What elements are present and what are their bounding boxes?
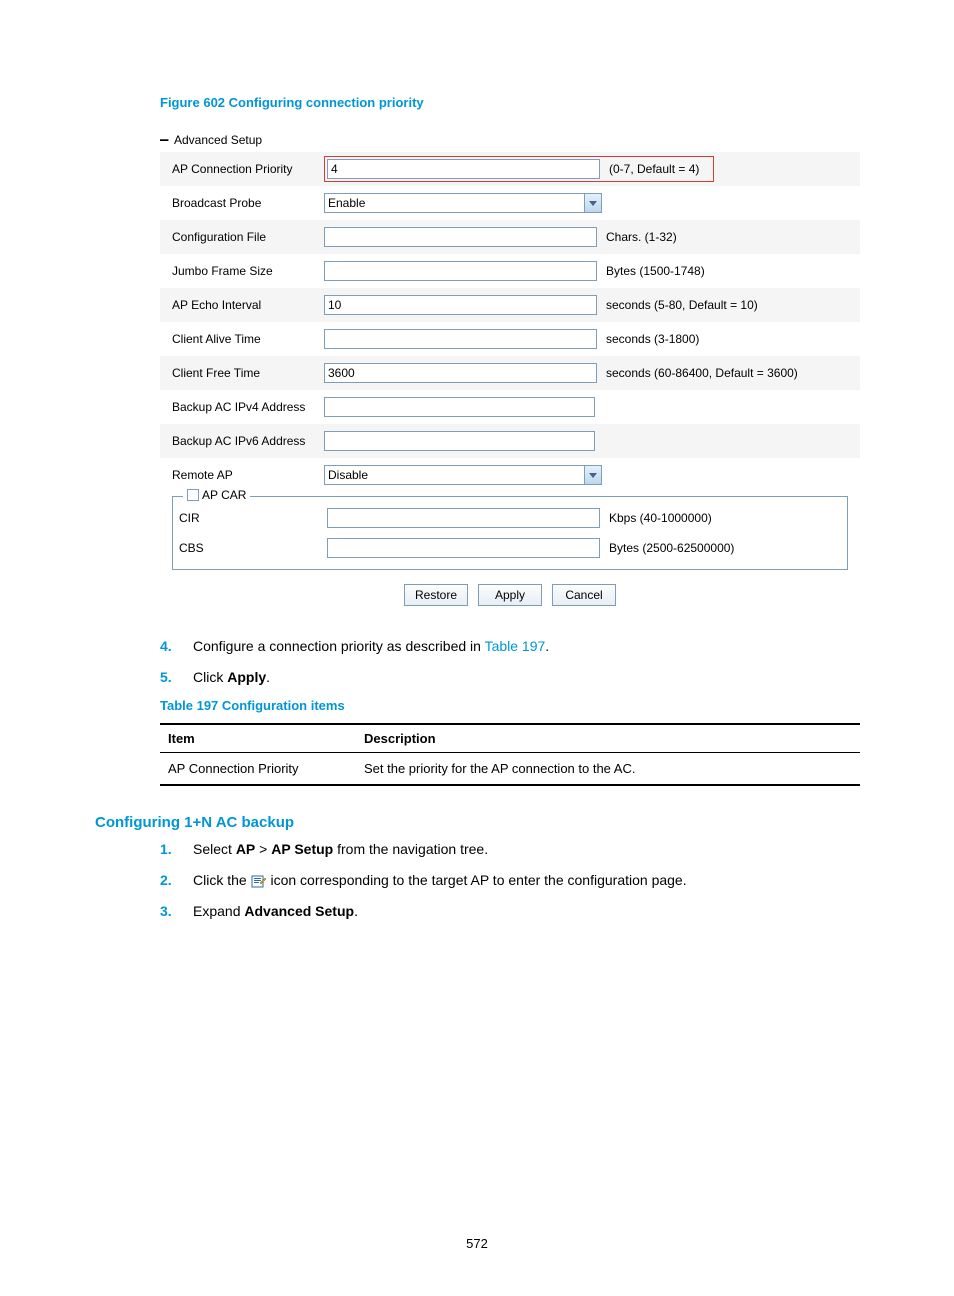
- bs1-mid: >: [255, 841, 271, 857]
- label-cbs: CBS: [173, 541, 327, 555]
- bs3-bold: Advanced Setup: [244, 903, 354, 919]
- row-broadcast-probe: Broadcast Probe Enable: [160, 186, 860, 220]
- row-cbs: CBS Bytes (2500-62500000): [173, 533, 847, 563]
- checkbox-ap-car[interactable]: [187, 489, 199, 501]
- legend-ap-car: AP CAR: [183, 488, 250, 502]
- edit-icon: [251, 874, 267, 888]
- hint-ap-connection-priority: (0-7, Default = 4): [605, 162, 699, 176]
- step-5-post: .: [266, 669, 270, 685]
- row-jumbo-frame: Jumbo Frame Size Bytes (1500-1748): [160, 254, 860, 288]
- label-broadcast-probe: Broadcast Probe: [160, 196, 324, 210]
- label-ap-connection-priority: AP Connection Priority: [160, 162, 324, 176]
- input-configuration-file[interactable]: [324, 227, 597, 247]
- input-backup-ipv4[interactable]: [324, 397, 595, 417]
- select-broadcast-probe-value: Enable: [324, 193, 584, 213]
- row-remote-ap: Remote AP Disable: [160, 458, 860, 492]
- label-client-alive: Client Alive Time: [160, 332, 324, 346]
- bs1-post: from the navigation tree.: [333, 841, 488, 857]
- input-ap-echo[interactable]: [324, 295, 597, 315]
- bs3-post: .: [354, 903, 358, 919]
- button-row: Restore Apply Cancel: [160, 578, 860, 614]
- row-client-free: Client Free Time seconds (60-86400, Defa…: [160, 356, 860, 390]
- td-item: AP Connection Priority: [160, 753, 356, 786]
- bs2-post: icon corresponding to the target AP to e…: [267, 872, 687, 888]
- hint-cbs: Bytes (2500-62500000): [605, 541, 734, 555]
- step-4: Configure a connection priority as descr…: [160, 636, 864, 657]
- section-header[interactable]: — Advanced Setup: [160, 128, 860, 152]
- select-remote-ap[interactable]: Disable: [324, 465, 602, 485]
- step-4-text: Configure a connection priority as descr…: [193, 638, 485, 654]
- hint-client-alive: seconds (3-1800): [602, 332, 699, 346]
- label-backup-ipv4: Backup AC IPv4 Address: [160, 400, 324, 414]
- hint-configuration-file: Chars. (1-32): [602, 230, 677, 244]
- apply-button[interactable]: Apply: [478, 584, 542, 606]
- advanced-setup-panel: — Advanced Setup AP Connection Priority …: [160, 128, 860, 614]
- row-client-alive: Client Alive Time seconds (3-1800): [160, 322, 860, 356]
- link-table-197[interactable]: Table 197: [485, 638, 546, 654]
- input-cir[interactable]: [327, 508, 600, 528]
- row-configuration-file: Configuration File Chars. (1-32): [160, 220, 860, 254]
- hint-cir: Kbps (40-1000000): [605, 511, 712, 525]
- select-broadcast-probe[interactable]: Enable: [324, 193, 602, 213]
- legend-ap-car-label: AP CAR: [202, 488, 246, 502]
- table-title: Table 197 Configuration items: [160, 698, 864, 713]
- restore-button[interactable]: Restore: [404, 584, 468, 606]
- hint-ap-echo: seconds (5-80, Default = 10): [602, 298, 758, 312]
- label-jumbo-frame: Jumbo Frame Size: [160, 264, 324, 278]
- step-5-pre: Click: [193, 669, 227, 685]
- row-backup-ipv6: Backup AC IPv6 Address: [160, 424, 860, 458]
- section-heading-backup: Configuring 1+N AC backup: [95, 814, 864, 831]
- row-backup-ipv4: Backup AC IPv4 Address: [160, 390, 860, 424]
- bs1-b2: AP Setup: [271, 841, 333, 857]
- label-cir: CIR: [173, 511, 327, 525]
- backup-step-2: Click the icon corresponding to the targ…: [160, 870, 864, 891]
- cancel-button[interactable]: Cancel: [552, 584, 616, 606]
- label-backup-ipv6: Backup AC IPv6 Address: [160, 434, 324, 448]
- section-header-label: Advanced Setup: [174, 133, 262, 147]
- chevron-down-icon[interactable]: [584, 465, 602, 485]
- hint-jumbo-frame: Bytes (1500-1748): [602, 264, 705, 278]
- config-table: Item Description AP Connection Priority …: [160, 723, 860, 786]
- step-5: Click Apply.: [160, 667, 864, 688]
- row-ap-connection-priority: AP Connection Priority (0-7, Default = 4…: [160, 152, 860, 186]
- bs1-pre: Select: [193, 841, 236, 857]
- collapse-icon[interactable]: —: [160, 132, 174, 148]
- steps-list-a: Configure a connection priority as descr…: [160, 636, 864, 688]
- input-ap-connection-priority[interactable]: [327, 159, 600, 179]
- table-row: AP Connection Priority Set the priority …: [160, 753, 860, 786]
- td-desc: Set the priority for the AP connection t…: [356, 753, 860, 786]
- bs1-b1: AP: [236, 841, 255, 857]
- chevron-down-icon[interactable]: [584, 193, 602, 213]
- input-client-free[interactable]: [324, 363, 597, 383]
- backup-step-1: Select AP > AP Setup from the navigation…: [160, 839, 864, 860]
- page-number: 572: [0, 1236, 954, 1251]
- figure-title: Figure 602 Configuring connection priori…: [160, 95, 864, 110]
- input-jumbo-frame[interactable]: [324, 261, 597, 281]
- select-remote-ap-value: Disable: [324, 465, 584, 485]
- th-desc: Description: [356, 724, 860, 753]
- step-4-post: .: [545, 638, 549, 654]
- steps-list-b: Select AP > AP Setup from the navigation…: [160, 839, 864, 922]
- input-cbs[interactable]: [327, 538, 600, 558]
- label-client-free: Client Free Time: [160, 366, 324, 380]
- backup-step-3: Expand Advanced Setup.: [160, 901, 864, 922]
- bs2-pre: Click the: [193, 872, 251, 888]
- input-backup-ipv6[interactable]: [324, 431, 595, 451]
- label-remote-ap: Remote AP: [160, 468, 324, 482]
- bs3-pre: Expand: [193, 903, 244, 919]
- step-5-bold: Apply: [227, 669, 266, 685]
- th-item: Item: [160, 724, 356, 753]
- input-client-alive[interactable]: [324, 329, 597, 349]
- label-ap-echo: AP Echo Interval: [160, 298, 324, 312]
- row-ap-echo: AP Echo Interval seconds (5-80, Default …: [160, 288, 860, 322]
- fieldset-ap-car: AP CAR CIR Kbps (40-1000000) CBS Bytes (…: [172, 496, 848, 570]
- hint-client-free: seconds (60-86400, Default = 3600): [602, 366, 798, 380]
- row-cir: CIR Kbps (40-1000000): [173, 503, 847, 533]
- label-configuration-file: Configuration File: [160, 230, 324, 244]
